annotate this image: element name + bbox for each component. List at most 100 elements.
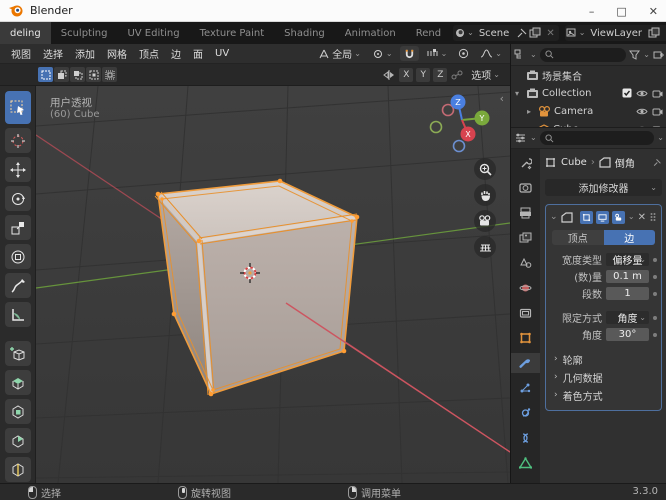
animate-dot[interactable]: [653, 257, 657, 262]
select-intersect-button[interactable]: [102, 67, 117, 82]
options-dropdown[interactable]: 选项 ⌄: [467, 67, 504, 82]
snap-with-dropdown[interactable]: ⌄: [422, 46, 452, 61]
pan-button[interactable]: [474, 184, 496, 206]
tab-modifiers-icon[interactable]: [511, 353, 540, 373]
affect-edges-tab[interactable]: 边: [603, 230, 655, 245]
gizmo-neg-y[interactable]: [429, 120, 443, 134]
navigation-gizmo[interactable]: Z Y X: [424, 90, 500, 156]
tab-animation[interactable]: Animation: [335, 22, 406, 44]
tool-inset-faces[interactable]: [4, 399, 31, 424]
new-viewlayer-icon[interactable]: [647, 27, 661, 39]
menu-add[interactable]: 添加: [70, 44, 100, 63]
scene-browse-icon[interactable]: [453, 27, 467, 39]
properties-editor-icon[interactable]: [514, 132, 527, 144]
tool-loop-cut[interactable]: [4, 457, 31, 482]
mirror-icon[interactable]: [382, 69, 396, 81]
amount-field[interactable]: 0.1 m: [606, 270, 649, 283]
orthographic-toggle-button[interactable]: [474, 236, 496, 258]
tool-cursor[interactable]: [4, 128, 31, 153]
tab-object-icon[interactable]: [511, 328, 540, 348]
tab-particles-icon[interactable]: [511, 378, 540, 398]
camera-view-button[interactable]: [474, 210, 496, 232]
viewlayer-name[interactable]: ViewLayer: [585, 28, 647, 39]
tool-scale[interactable]: [4, 215, 31, 240]
pivot-point-dropdown[interactable]: ⌄: [368, 46, 397, 61]
section-profile[interactable]: › 轮廓: [550, 350, 657, 368]
drag-handle-icon[interactable]: [649, 212, 657, 222]
tool-rotate[interactable]: [4, 186, 31, 211]
menu-face[interactable]: 面: [188, 44, 208, 63]
expand-icon[interactable]: ⌄: [550, 212, 558, 222]
unlink-scene-icon[interactable]: ✕: [546, 28, 554, 39]
falloff-dropdown[interactable]: ⌄: [476, 46, 506, 61]
tool-measure[interactable]: [4, 302, 31, 327]
viewport-3d[interactable]: 用户透视 (60) Cube ‹ Z Y X: [36, 86, 510, 483]
menu-uv[interactable]: UV: [210, 46, 234, 61]
segments-field[interactable]: 1: [606, 287, 649, 300]
width-type-dropdown[interactable]: 偏移量 ⌄: [606, 253, 649, 267]
add-modifier-dropdown[interactable]: 添加修改器 ⌄: [545, 179, 662, 196]
zoom-button[interactable]: [474, 158, 496, 180]
outliner-row-camera[interactable]: ▸ Camera: [511, 102, 666, 120]
mirror-y-button[interactable]: Y: [416, 67, 431, 82]
tab-output-icon[interactable]: [511, 203, 540, 223]
scene-selector[interactable]: ⌄ Scene ✕: [453, 25, 559, 41]
angle-field[interactable]: 30°: [606, 328, 649, 341]
limit-method-dropdown[interactable]: 角度 ⌄: [606, 311, 649, 325]
tool-annotate[interactable]: [4, 273, 31, 298]
outliner-row-scene-collection[interactable]: 场景集合: [511, 66, 666, 84]
eye-icon[interactable]: [636, 107, 648, 116]
tab-uv-editing[interactable]: UV Editing: [117, 22, 189, 44]
camera-restrict-icon[interactable]: [652, 107, 663, 116]
breadcrumb-object[interactable]: Cube: [561, 157, 587, 168]
pin-icon[interactable]: [514, 27, 528, 39]
select-subtract-button[interactable]: [70, 67, 85, 82]
select-invert-button[interactable]: [86, 67, 101, 82]
animate-dot[interactable]: [653, 291, 657, 296]
animate-dot[interactable]: [653, 274, 657, 279]
cube-mesh[interactable]: [154, 178, 360, 397]
new-scene-icon[interactable]: [528, 27, 542, 39]
select-extend-button[interactable]: [54, 67, 69, 82]
edit-mode-display-toggle[interactable]: [579, 210, 593, 224]
animate-dot[interactable]: [653, 332, 657, 337]
tab-modeling[interactable]: deling: [0, 22, 51, 44]
close-button[interactable]: ✕: [649, 5, 658, 18]
tool-add-cube[interactable]: [4, 341, 31, 366]
maximize-button[interactable]: □: [616, 5, 626, 18]
tab-shading[interactable]: Shading: [274, 22, 335, 44]
menu-select[interactable]: 选择: [38, 44, 68, 63]
delete-modifier-icon[interactable]: ✕: [638, 212, 646, 223]
tab-tool-icon[interactable]: [511, 153, 540, 173]
tab-collection-icon[interactable]: [511, 303, 540, 323]
select-set-button[interactable]: [38, 67, 53, 82]
gizmo-neg-z[interactable]: [452, 139, 466, 153]
tab-constraints-icon[interactable]: [511, 428, 540, 448]
tool-bevel[interactable]: [4, 428, 31, 453]
collapse-arrow-icon[interactable]: ‹: [500, 92, 504, 105]
tab-world-icon[interactable]: [511, 278, 540, 298]
tab-object-data-icon[interactable]: [511, 453, 540, 473]
tab-render-icon[interactable]: [511, 178, 540, 198]
menu-mesh[interactable]: 网格: [102, 44, 132, 63]
tab-texture-paint[interactable]: Texture Paint: [190, 22, 275, 44]
properties-search-input[interactable]: [539, 131, 655, 145]
pin-icon[interactable]: [651, 157, 662, 168]
proportional-edit-toggle[interactable]: [454, 46, 473, 61]
transform-orientation-dropdown[interactable]: 全局 ⌄: [314, 46, 365, 61]
section-geometry[interactable]: › 几何数据: [550, 368, 657, 386]
outliner-row-cube[interactable]: ▸ Cube: [511, 120, 666, 127]
outliner-search-input[interactable]: [539, 47, 627, 62]
breadcrumb-modifier[interactable]: 倒角: [615, 155, 635, 170]
tab-scene-icon[interactable]: [511, 253, 540, 273]
tool-extrude-region[interactable]: [4, 370, 31, 395]
menu-edge[interactable]: 边: [166, 44, 186, 63]
outliner-editor-icon[interactable]: [514, 49, 527, 61]
scene-name[interactable]: Scene: [474, 28, 515, 39]
menu-vertex[interactable]: 顶点: [134, 44, 164, 63]
filter-icon[interactable]: [629, 50, 641, 60]
tab-sculpting[interactable]: Sculpting: [51, 22, 118, 44]
viewlayer-selector[interactable]: ⌄ ViewLayer ✕: [564, 25, 666, 41]
realtime-display-toggle[interactable]: [595, 210, 609, 224]
camera-restrict-icon[interactable]: [652, 89, 663, 98]
